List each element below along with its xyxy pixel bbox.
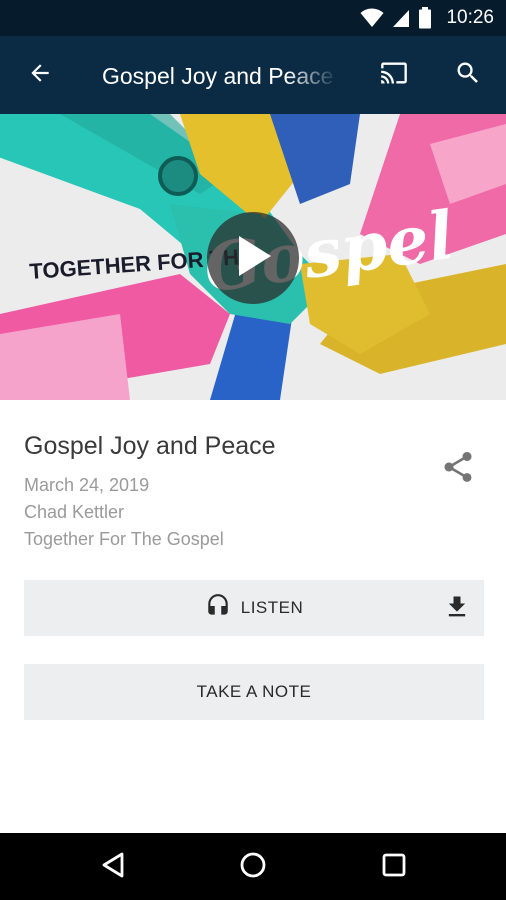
listen-label: LISTEN bbox=[240, 598, 304, 617]
cellular-signal-icon bbox=[392, 8, 410, 28]
app-bar: Gospel Joy and Peace bbox=[0, 36, 506, 114]
take-note-label: TAKE A NOTE bbox=[196, 682, 312, 701]
download-button[interactable] bbox=[442, 594, 472, 624]
cast-button[interactable] bbox=[370, 51, 418, 99]
nav-home-button[interactable] bbox=[231, 845, 275, 889]
nav-home-icon bbox=[238, 850, 268, 885]
share-button[interactable] bbox=[436, 447, 480, 491]
play-button[interactable] bbox=[207, 212, 299, 304]
episode-date: March 24, 2019 bbox=[24, 475, 150, 495]
share-icon bbox=[440, 449, 476, 490]
search-icon bbox=[454, 59, 482, 92]
take-note-button[interactable]: TAKE A NOTE bbox=[24, 664, 484, 720]
episode-title: Gospel Joy and Peace bbox=[24, 432, 276, 460]
episode-series: Together For The Gospel bbox=[24, 529, 224, 549]
download-icon bbox=[443, 593, 471, 626]
nav-recents-icon bbox=[381, 852, 407, 883]
episode-details: Gospel Joy and Peace March 24, 2019 Chad… bbox=[24, 428, 444, 553]
battery-icon bbox=[418, 7, 432, 29]
system-navigation-bar bbox=[0, 833, 506, 900]
nav-recents-button[interactable] bbox=[372, 845, 416, 889]
play-icon bbox=[233, 234, 273, 283]
episode-artwork[interactable]: TOGETHER FOR THE Gospel bbox=[0, 114, 506, 400]
nav-back-button[interactable] bbox=[92, 845, 136, 889]
listen-content: LISTEN bbox=[205, 593, 304, 624]
back-button[interactable] bbox=[16, 51, 64, 99]
status-time: 10:26 bbox=[446, 7, 494, 28]
headphones-icon bbox=[205, 593, 231, 624]
back-arrow-icon bbox=[27, 60, 53, 91]
cast-icon bbox=[378, 59, 410, 92]
nav-back-icon bbox=[100, 851, 128, 884]
listen-button[interactable]: LISTEN bbox=[24, 580, 484, 636]
app-bar-title: Gospel Joy and Peace bbox=[102, 63, 334, 89]
status-bar: 10:26 bbox=[0, 0, 506, 36]
episode-speaker: Chad Kettler bbox=[24, 502, 125, 522]
wifi-icon bbox=[360, 8, 384, 28]
search-button[interactable] bbox=[444, 51, 492, 99]
